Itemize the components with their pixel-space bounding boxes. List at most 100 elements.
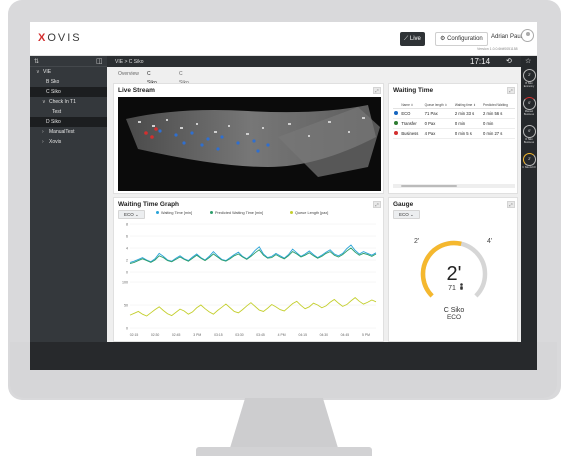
- live-button[interactable]: ⟋ Live: [400, 32, 425, 46]
- legend-item-queue-length[interactable]: Queue Length [pax]: [290, 211, 328, 215]
- graph-title: Waiting Time Graph: [118, 201, 180, 208]
- rail-gauge-b-siko[interactable]: 2' B Siko Economy: [522, 69, 536, 88]
- live-stream-panel: Live Stream ⤢: [113, 83, 384, 194]
- gauge-chart: 2' 4'2'71C SikoECO: [414, 238, 492, 321]
- status-dot: [394, 121, 398, 125]
- table-row[interactable]: Transfer 0 Pax 0 min 0 min: [393, 118, 515, 129]
- history-icon[interactable]: ⟲: [506, 57, 512, 65]
- app-screen: XOVIS ⟋ Live ⚙ Configuration Adrian Paul…: [30, 22, 537, 342]
- person-icon-body: [460, 286, 463, 290]
- x-tick-label: 04:30: [320, 333, 329, 337]
- tab-overview[interactable]: Overview: [115, 70, 142, 79]
- avatar[interactable]: [521, 29, 534, 42]
- gauge-category-dropdown[interactable]: ECO ⌄: [393, 210, 420, 219]
- table-cell-name: Transfer: [400, 118, 424, 129]
- table-row[interactable]: ECO 71 Pax 2 min 33 s2 min 56 s: [393, 108, 515, 119]
- sidebar-item-label: Check In T1: [49, 99, 76, 105]
- breadcrumb-bar: VIE > C Siko 17:14 ⟲: [107, 56, 521, 67]
- expand-icon[interactable]: ⤢: [507, 87, 515, 94]
- gauge-right-mark: 4': [487, 238, 492, 245]
- chevron-down-icon: ∨: [36, 69, 40, 75]
- status-dot: [394, 111, 398, 115]
- waiting-time-title: Waiting Time: [393, 87, 434, 94]
- sidebar-item-vie[interactable]: ∨ VIE: [30, 67, 107, 77]
- main-content: Overview C Siko (1) C Siko (2) Live Stre…: [107, 67, 521, 342]
- configuration-button[interactable]: ⚙ Configuration: [435, 32, 488, 46]
- sidebar-item-manualtest[interactable]: › ManualTest: [30, 127, 107, 137]
- expand-icon[interactable]: ⤢: [507, 201, 515, 208]
- x-tick-label: 4 PM: [278, 333, 286, 337]
- table-cell-color: [393, 128, 401, 139]
- gauge-title: Gauge: [393, 201, 414, 208]
- chevron-right-icon: ›: [42, 139, 44, 145]
- sort-icon[interactable]: ⇅: [34, 58, 39, 65]
- rail-gauge-ring: 0': [523, 125, 536, 138]
- x-tick-label: 03:15: [214, 333, 223, 337]
- lower-y-tick-label: 0: [126, 326, 128, 330]
- scrollbar-thumb[interactable]: [401, 185, 457, 187]
- rail-gauge-manuel[interactable]: 0' Manuel Business: [522, 97, 536, 116]
- sidebar-item-label: Test: [52, 109, 62, 115]
- upper-y-tick-label: 8: [126, 222, 128, 226]
- collapse-sidebar-icon[interactable]: ◫: [96, 57, 103, 65]
- table-cell-predicted: 0 min 27 s: [482, 128, 515, 139]
- live-stream-title: Live Stream: [118, 87, 155, 94]
- chevron-right-icon: ›: [42, 129, 44, 135]
- rail-gauge-label: D Siko Business: [523, 138, 535, 144]
- sidebar-item-label: ManualTest: [49, 129, 75, 135]
- upper-y-tick-label: 2: [126, 258, 128, 262]
- table-cell-name: Business: [400, 128, 424, 139]
- sidebar-item-check-in-t1[interactable]: ∨ Check In T1: [30, 97, 107, 107]
- x-tick-label: 04:15: [298, 333, 307, 337]
- monitor-stand-base: [196, 447, 372, 456]
- horizontal-scrollbar[interactable]: [393, 184, 515, 188]
- star-icon[interactable]: ☆: [525, 57, 531, 65]
- expand-icon[interactable]: ⤢: [373, 201, 381, 208]
- live-stream-video[interactable]: [118, 97, 381, 191]
- gauge-label-location: C Siko: [444, 307, 465, 314]
- upper-y-tick-label: 6: [126, 234, 128, 238]
- gauge-count: 71: [448, 285, 456, 292]
- graph-category-dropdown[interactable]: ECO ⌄: [118, 210, 145, 219]
- sidebar-item-xovis[interactable]: › Xovis: [30, 137, 107, 147]
- table-cell-wait: 0 min: [453, 118, 483, 129]
- x-tick-label: 02:15: [130, 333, 139, 337]
- sidebar-item-b-sko[interactable]: B Sko: [30, 77, 107, 87]
- table-cell-queue: 0 Pax: [423, 118, 454, 129]
- legend-item-waiting-time[interactable]: Waiting Time [min]: [156, 211, 192, 215]
- trend-line-icon: ⟋: [404, 36, 409, 42]
- gauge-left-mark: 2': [414, 238, 419, 245]
- person-icon: [460, 283, 463, 286]
- waiting-time-table: Name ⇕ Queue length ⇕ Waiting time ⇕ Pre…: [393, 102, 515, 139]
- user-name[interactable]: Adrian Paul: [491, 34, 522, 40]
- sidebar-item-label: B Sko: [46, 79, 60, 85]
- configuration-label: Configuration: [447, 36, 483, 42]
- breadcrumb[interactable]: VIE > C Siko: [115, 59, 143, 65]
- table-cell-queue: 71 Pax: [423, 108, 454, 119]
- rail-gauge-ring: 0': [523, 97, 536, 110]
- logo-mark: X: [38, 32, 48, 44]
- sidebar-item-c-siko[interactable]: C Siko: [30, 87, 107, 97]
- sidebar-item-label: VIE: [43, 69, 52, 75]
- x-tick-label: 02:45: [172, 333, 181, 337]
- table-cell-color: [393, 118, 401, 129]
- table-row[interactable]: Business 4 Pax 0 min 5 s0 min 27 s: [393, 128, 515, 139]
- legend-marker: [210, 211, 213, 214]
- table-cell-wait: 0 min 5 s: [453, 128, 483, 139]
- gauge-label-category: ECO: [447, 314, 461, 321]
- gauge-panel: Gauge ⤢ ECO ⌄ 2' 4' 2' 71 C Siko ECO: [388, 197, 518, 342]
- x-tick-label: 03:30: [235, 333, 244, 337]
- legend-item-predicted-waiting-time[interactable]: Predicted Waiting Time [min]: [210, 211, 263, 215]
- rail-gauge-ring: 2': [523, 153, 536, 166]
- x-tick-label: 3 PM: [193, 333, 201, 337]
- rail-gauge-c-siko[interactable]: 2' C Siko ECO: [522, 153, 536, 169]
- lower-y-tick-label: 50: [124, 303, 128, 307]
- lower-series-line-0: [129, 297, 377, 317]
- legend-label: Queue Length [pax]: [295, 211, 329, 215]
- rail-gauge-d-siko[interactable]: 0' D Siko Business: [522, 125, 536, 144]
- rail-gauge-label: Manuel Business: [523, 110, 535, 116]
- sidebar-item-test[interactable]: Test: [30, 107, 107, 117]
- expand-icon[interactable]: ⤢: [373, 87, 381, 94]
- logo-text: OVIS: [47, 32, 82, 44]
- sidebar-item-d-siko[interactable]: D Siko: [30, 117, 107, 127]
